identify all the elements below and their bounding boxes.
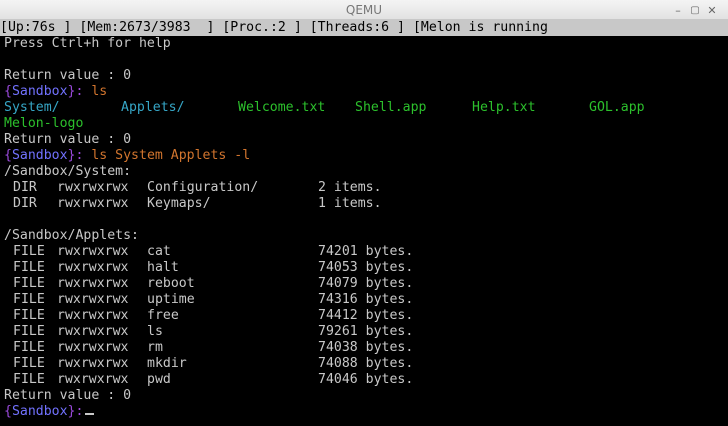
status-state: [Melon is running xyxy=(412,20,548,35)
help-line: Press Ctrl+h for help xyxy=(4,36,171,51)
entry-permissions: rwxrwxrwx xyxy=(57,372,129,387)
ls-output: System/ Applets/ Welcome.txt Shell.app H… xyxy=(4,100,724,116)
entry-size: 79261 bytes. xyxy=(318,324,414,339)
entry-permissions: rwxrwxrwx xyxy=(57,292,129,307)
dir-header: /Sandbox/Applets: xyxy=(4,228,139,243)
entry-permissions: rwxrwxrwx xyxy=(57,276,129,291)
prompt-brace: { xyxy=(4,84,12,99)
ls-entry: Welcome.txt xyxy=(238,100,326,115)
entry-size: 74316 bytes. xyxy=(318,292,414,307)
status-mem: [Mem:2673/3983 ] xyxy=(79,20,215,35)
entry-name: Keymaps/ xyxy=(147,196,211,211)
entry-size: 74088 bytes. xyxy=(318,356,414,371)
entry-type: FILE xyxy=(13,260,45,275)
entry-name: Configuration/ xyxy=(147,180,259,195)
maximize-icon[interactable]: ▢ xyxy=(688,3,702,17)
entry-name: rm xyxy=(147,340,163,355)
listing-row: FILE rwxrwxrwx reboot 74079 bytes. xyxy=(4,276,724,292)
entry-type: FILE xyxy=(13,276,45,291)
status-threads: [Threads:6 ] xyxy=(309,20,405,35)
prompt-line: {Sandbox}: ls xyxy=(4,84,107,100)
listing-row: FILE rwxrwxrwx rm 74038 bytes. xyxy=(4,340,724,356)
ls-entry: Applets/ xyxy=(121,100,185,115)
entry-name: uptime xyxy=(147,292,195,307)
listing-row: DIR rwxrwxrwx Configuration/2 items. xyxy=(4,180,724,196)
listing-row: FILE rwxrwxrwx free 74412 bytes. xyxy=(4,308,724,324)
entry-size: 74038 bytes. xyxy=(318,340,414,355)
prompt-name: Sandbox xyxy=(11,148,68,163)
entry-name: mkdir xyxy=(147,356,187,371)
entry-name: reboot xyxy=(147,276,195,291)
status-bar: [Up:76s ] [Mem:2673/3983 ] [Proc.:2 ] [T… xyxy=(0,20,728,36)
entry-type: DIR xyxy=(13,196,37,211)
ls-entry: Help.txt xyxy=(472,100,536,115)
return-value-line: Return value : 0 xyxy=(4,68,132,83)
entry-type: FILE xyxy=(13,372,45,387)
command-text: ls xyxy=(83,84,108,99)
prompt-name: Sandbox xyxy=(11,84,68,99)
return-value-line: Return value : 0 xyxy=(4,388,132,403)
entry-type: FILE xyxy=(13,244,45,259)
entry-size: 74201 bytes. xyxy=(318,244,414,259)
listing-row: DIR rwxrwxrwx Keymaps/1 items. xyxy=(4,196,724,212)
listing-row: FILE rwxrwxrwx ls 79261 bytes. xyxy=(4,324,724,340)
entry-type: FILE xyxy=(13,308,45,323)
entry-type: FILE xyxy=(13,340,45,355)
entry-name: ls xyxy=(147,324,163,339)
listing-row: FILE rwxrwxrwx uptime 74316 bytes. xyxy=(4,292,724,308)
command-text: ls System Applets -l xyxy=(83,148,251,163)
entry-size: 74053 bytes. xyxy=(318,260,414,275)
status-proc: [Proc.:2 ] xyxy=(222,20,302,35)
listing-row: FILE rwxrwxrwx halt 74053 bytes. xyxy=(4,260,724,276)
listing-row: FILE rwxrwxrwx cat 74201 bytes. xyxy=(4,244,724,260)
minimize-icon[interactable]: – xyxy=(671,3,685,17)
entry-permissions: rwxrwxrwx xyxy=(57,180,129,195)
entry-size: 74412 bytes. xyxy=(318,308,414,323)
entry-size: 74079 bytes. xyxy=(318,276,414,291)
entry-type: DIR xyxy=(13,180,37,195)
entry-type: FILE xyxy=(13,292,45,307)
prompt-brace: { xyxy=(4,404,12,419)
entry-name: pwd xyxy=(147,372,171,387)
prompt-brace: }: xyxy=(67,148,84,163)
entry-permissions: rwxrwxrwx xyxy=(57,196,129,211)
prompt-line: {Sandbox}: ls System Applets -l xyxy=(4,148,250,164)
entry-permissions: rwxrwxrwx xyxy=(57,324,129,339)
prompt-brace: { xyxy=(4,148,12,163)
prompt-line[interactable]: {Sandbox}: xyxy=(4,404,95,420)
entry-permissions: rwxrwxrwx xyxy=(57,260,129,275)
window-title: QEMU xyxy=(345,3,383,17)
entry-type: FILE xyxy=(13,356,45,371)
ls-entry: Shell.app xyxy=(355,100,427,115)
listing-row: FILE rwxrwxrwx mkdir 74088 bytes. xyxy=(4,356,724,372)
terminal-screen[interactable]: [Up:76s ] [Mem:2673/3983 ] [Proc.:2 ] [T… xyxy=(0,20,728,426)
close-icon[interactable]: ✕ xyxy=(705,3,719,17)
prompt-brace: }: xyxy=(67,404,84,419)
ls-entry: Melon-logo xyxy=(4,116,84,131)
ls-entry: System/ xyxy=(4,100,60,115)
entry-name: halt xyxy=(147,260,179,275)
window-titlebar[interactable]: QEMU – ▢ ✕ xyxy=(0,0,728,20)
entry-permissions: rwxrwxrwx xyxy=(57,340,129,355)
entry-permissions: rwxrwxrwx xyxy=(57,308,129,323)
listing-row: FILE rwxrwxrwx pwd 74046 bytes. xyxy=(4,372,724,388)
entry-size: 1 items. xyxy=(318,196,382,211)
text-cursor xyxy=(85,413,95,415)
dir-header: /Sandbox/System: xyxy=(4,164,132,179)
ls-entry: GOL.app xyxy=(589,100,645,115)
status-uptime: [Up:76s ] xyxy=(0,20,72,35)
return-value-line: Return value : 0 xyxy=(4,132,132,147)
entry-name: cat xyxy=(147,244,171,259)
entry-name: free xyxy=(147,308,179,323)
prompt-name: Sandbox xyxy=(11,404,68,419)
entry-permissions: rwxrwxrwx xyxy=(57,244,129,259)
prompt-brace: }: xyxy=(67,84,84,99)
entry-permissions: rwxrwxrwx xyxy=(57,356,129,371)
entry-type: FILE xyxy=(13,324,45,339)
entry-size: 74046 bytes. xyxy=(318,372,414,387)
entry-size: 2 items. xyxy=(318,180,382,195)
